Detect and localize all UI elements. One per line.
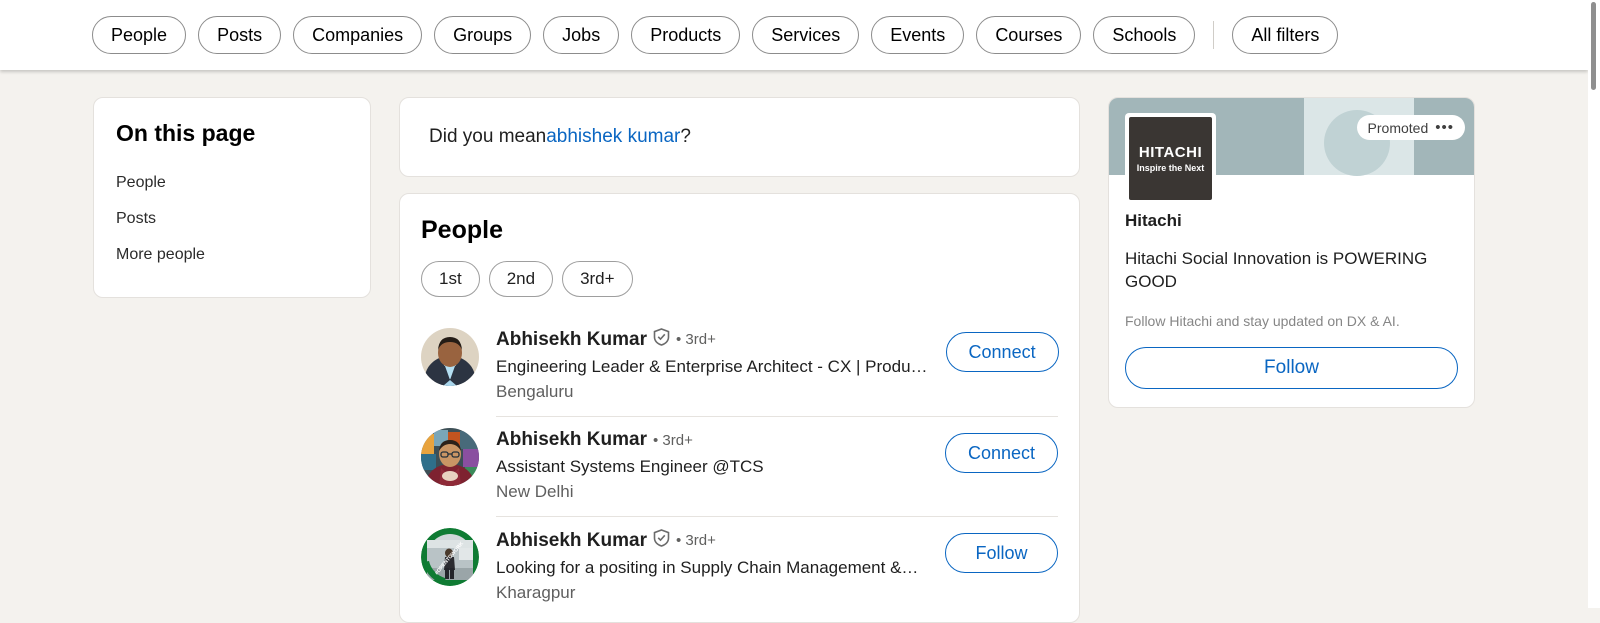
profile-photo-2 <box>421 428 479 486</box>
hitachi-logo[interactable]: HITACHI Inspire the Next <box>1125 113 1216 204</box>
person-headline: Engineering Leader & Enterprise Architec… <box>496 357 928 376</box>
ad-body: Hitachi Hitachi Social Innovation is POW… <box>1109 175 1474 407</box>
degree-filter-label: 3rd+ <box>580 269 615 288</box>
filter-pill-posts[interactable]: Posts <box>198 16 282 54</box>
filter-pill-label: Schools <box>1112 24 1177 45</box>
verified-shield-icon <box>653 328 670 351</box>
connection-degree: • 3rd+ <box>652 431 693 449</box>
filter-pill-label: Products <box>650 24 722 45</box>
avatar[interactable]: #OPENTOWORK <box>421 528 479 586</box>
filter-pill-label: People <box>111 24 168 45</box>
avatar[interactable] <box>421 428 479 486</box>
did-you-mean-suffix: ? <box>680 126 691 147</box>
name-line: Abhisekh Kumar • 3rd+ <box>496 429 927 451</box>
profile-photo-1 <box>421 328 479 386</box>
profile-photo-icon: #OPENTOWORK <box>421 528 479 586</box>
avatar[interactable] <box>421 328 479 386</box>
filter-divider <box>1213 21 1215 49</box>
promoted-ad-card: Promoted ••• HITACHI Inspire the Next Hi… <box>1108 97 1475 409</box>
degree-filter-1st[interactable]: 1st <box>421 261 480 297</box>
filter-pill-label: Events <box>890 24 946 45</box>
people-result-row[interactable]: Abhisekh Kumar • 3rd+ Assistant Systems … <box>400 416 1079 516</box>
filter-pill-label: Jobs <box>562 24 601 45</box>
ad-subtext: Follow Hitachi and stay updated on DX & … <box>1125 313 1400 330</box>
result-text-block: Abhisekh Kumar • 3rd+ Engineering Leader… <box>496 328 946 402</box>
result-content: Abhisekh Kumar • 3rd+ Engineering Leader… <box>496 316 1059 416</box>
filter-pill-label: Posts <box>217 24 263 45</box>
profile-photo-icon <box>421 428 479 486</box>
profile-photo-3-open-to-work: #OPENTOWORK <box>421 528 479 586</box>
person-headline: Assistant Systems Engineer @TCS <box>496 457 764 476</box>
people-results-card: People 1st 2nd 3rd+ Abhisekh Kumar • 3rd… <box>399 193 1080 623</box>
person-headline: Looking for a positing in Supply Chain M… <box>496 558 919 577</box>
people-result-row[interactable]: Abhisekh Kumar • 3rd+ Engineering Leader… <box>400 316 1079 416</box>
result-text-block: Abhisekh Kumar • 3rd+ Looking for a posi… <box>496 529 945 603</box>
filter-pill-products[interactable]: Products <box>631 16 741 54</box>
search-filter-header: People Posts Companies Groups Jobs Produ… <box>0 0 1588 70</box>
degree-filter-label: 2nd <box>506 269 536 288</box>
ad-company-name[interactable]: Hitachi <box>1125 211 1458 231</box>
person-location: Bengaluru <box>496 382 574 401</box>
filter-pill-schools[interactable]: Schools <box>1093 16 1196 54</box>
connect-button[interactable]: Connect <box>945 332 1059 372</box>
search-results-column: Did you mean abhishek kumar? People 1st … <box>399 97 1080 623</box>
filter-pill-people[interactable]: People <box>92 16 187 54</box>
promoted-badge[interactable]: Promoted ••• <box>1356 115 1465 140</box>
filter-pill-jobs[interactable]: Jobs <box>543 16 620 54</box>
filter-pill-label: Companies <box>312 24 404 45</box>
sidebar-item-people[interactable]: People <box>94 165 370 201</box>
filter-pill-row: People Posts Companies Groups Jobs Produ… <box>0 0 1588 70</box>
connect-button[interactable]: Connect <box>944 433 1058 473</box>
people-result-row[interactable]: #OPENTOWORK Abhisekh Kumar • 3rd+ Lookin… <box>400 516 1079 617</box>
all-filters-button[interactable]: All filters <box>1232 16 1339 54</box>
on-this-page-title: On this page <box>116 120 256 146</box>
filter-pill-label: Courses <box>995 24 1063 45</box>
profile-photo-icon <box>421 328 479 386</box>
degree-filter-row: 1st 2nd 3rd+ <box>400 261 1079 297</box>
hitachi-logo-inner: HITACHI Inspire the Next <box>1129 117 1212 200</box>
connection-degree: • 3rd+ <box>675 532 716 549</box>
result-content: Abhisekh Kumar • 3rd+ Assistant Systems … <box>496 416 1058 516</box>
person-location: New Delhi <box>496 482 574 501</box>
hitachi-logo-wordmark: HITACHI <box>1138 144 1203 161</box>
person-name-link[interactable]: Abhisekh Kumar <box>496 429 647 451</box>
person-name-link[interactable]: Abhisekh Kumar <box>496 530 647 552</box>
page-scrollbar-thumb[interactable] <box>1591 2 1596 90</box>
person-name-link[interactable]: Abhisekh Kumar <box>496 329 647 351</box>
did-you-mean-suggestion-link[interactable]: abhishek kumar <box>546 126 680 148</box>
hitachi-logo-tagline: Inspire the Next <box>1136 163 1205 173</box>
filter-pill-events[interactable]: Events <box>871 16 965 54</box>
degree-filter-3rd-plus[interactable]: 3rd+ <box>562 261 633 297</box>
sidebar-item-posts[interactable]: Posts <box>94 201 370 237</box>
overflow-menu-icon[interactable]: ••• <box>1435 119 1454 136</box>
follow-button[interactable]: Follow <box>945 533 1058 573</box>
filter-pill-services[interactable]: Services <box>752 16 860 54</box>
filter-pill-label: Services <box>771 24 841 45</box>
filter-pill-label: Groups <box>453 24 513 45</box>
filter-pill-courses[interactable]: Courses <box>976 16 1082 54</box>
verified-shield-icon <box>653 529 670 552</box>
did-you-mean-card: Did you mean abhishek kumar? <box>399 97 1080 177</box>
result-content: Abhisekh Kumar • 3rd+ Looking for a posi… <box>496 516 1058 617</box>
degree-filter-2nd[interactable]: 2nd <box>488 261 554 297</box>
result-text-block: Abhisekh Kumar • 3rd+ Assistant Systems … <box>496 429 945 502</box>
page-body: On this page People Posts More people Di… <box>0 70 1588 623</box>
on-this-page-card: On this page People Posts More people <box>93 97 371 298</box>
ad-follow-button[interactable]: Follow <box>1125 347 1458 390</box>
people-section-title: People <box>421 216 503 244</box>
filter-pill-groups[interactable]: Groups <box>434 16 532 54</box>
all-filters-label: All filters <box>1251 24 1320 45</box>
filter-pill-companies[interactable]: Companies <box>293 16 423 54</box>
promoted-label: Promoted <box>1367 119 1429 136</box>
degree-filter-label: 1st <box>439 269 462 288</box>
sidebar-item-more-people[interactable]: More people <box>94 237 370 273</box>
connection-degree: • 3rd+ <box>675 331 716 348</box>
ad-tagline: Hitachi Social Innovation is POWERING GO… <box>1125 249 1428 291</box>
name-line: Abhisekh Kumar • 3rd+ <box>496 328 928 351</box>
name-line: Abhisekh Kumar • 3rd+ <box>496 529 927 552</box>
did-you-mean-prefix: Did you mean <box>429 126 547 147</box>
page-scrollbar-track[interactable] <box>1588 0 1600 608</box>
person-location: Kharagpur <box>496 583 576 602</box>
